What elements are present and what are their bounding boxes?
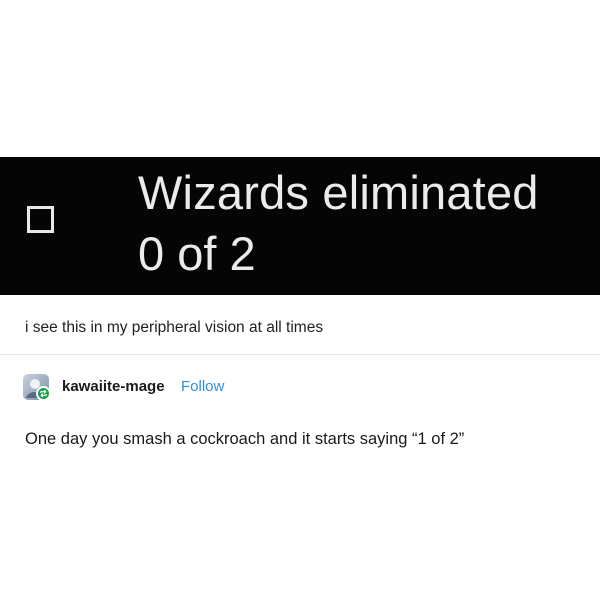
objective-title: Wizards eliminated <box>138 166 539 219</box>
post-caption: i see this in my peripheral vision at al… <box>25 319 324 336</box>
post-divider <box>0 354 600 355</box>
user-avatar-icon[interactable] <box>23 374 51 401</box>
objective-progress: 0 of 2 <box>138 227 256 280</box>
follow-button[interactable]: Follow <box>181 377 224 397</box>
reply-text: One day you smash a cockroach and it sta… <box>25 430 465 448</box>
empty-checkbox-icon <box>27 206 54 233</box>
username-link[interactable]: kawaiite-mage <box>62 377 165 397</box>
reblog-icon <box>36 386 51 401</box>
